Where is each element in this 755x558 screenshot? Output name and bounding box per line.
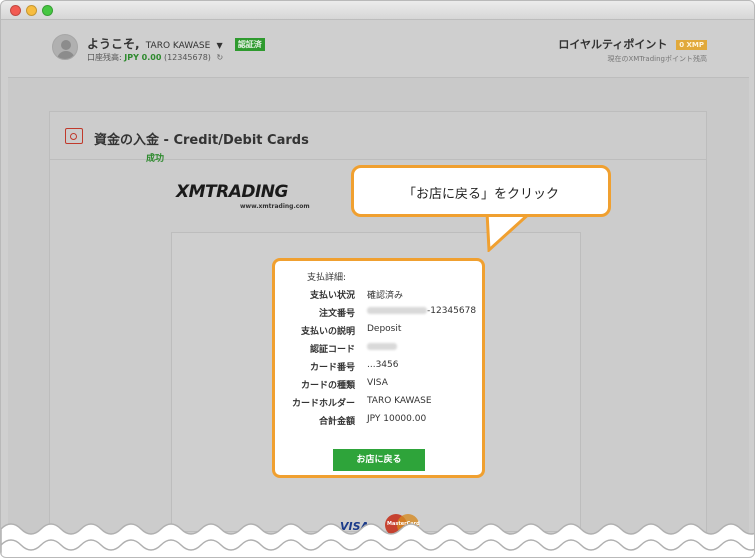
payment-details-heading: 支払詳細: [307,273,347,283]
callout-text: 「お店に戻る」をクリック [402,187,559,202]
loyalty-title: ロイヤルティポイント 0 XMP [558,36,707,52]
detail-label: カードホルダー [291,399,355,409]
balance-amount: JPY 0.00 [124,53,162,62]
avatar[interactable] [52,34,78,60]
detail-row: 注文番号 -12345678 [275,306,482,324]
detail-label: 支払い状況 [309,291,355,301]
detail-row: カードホルダー TARO KAWASE [275,396,482,414]
instruction-callout: 「お店に戻る」をクリック [351,165,611,217]
xmtrading-logo: XMTRADING www.xmtrading.com [176,182,316,216]
detail-label: カード番号 [309,363,355,373]
title-bar [1,1,754,20]
detail-value: TARO KAWASE [367,396,432,406]
detail-value: JPY 10000.00 [367,414,427,424]
redacted-auth-code [367,343,397,350]
detail-label: 合計金額 [318,417,355,427]
refresh-icon[interactable]: ↻ [216,53,223,62]
detail-label: 支払いの説明 [300,327,355,337]
detail-row: 合計金額 JPY 10000.00 [275,414,482,432]
detail-value: Deposit [367,324,402,334]
verified-badge: 認証済 [234,38,265,51]
torn-edge-divider [1,523,754,557]
callout-pointer-shape [485,212,534,252]
order-number: -12345678 [367,306,476,316]
auth-code [367,342,397,352]
detail-label: カードの種類 [300,381,355,391]
detail-value: 確認済み [367,291,404,301]
detail-label: 認証コード [309,345,355,355]
detail-value: ...3456 [367,360,399,370]
minimize-window-button[interactable] [26,5,37,16]
account-balance: 口座残高: JPY 0.00 (12345678) ↻ [87,52,223,63]
avatar-head-icon [61,40,71,50]
detail-row: 支払い状況 確認済み [275,288,482,306]
page-title: 資金の入金 - Credit/Debit Cards [94,133,309,148]
browser-window: ようこそ, TARO KAWASE ▼ 認証済 口座残高: JPY 0.00 (… [0,0,755,558]
balance-label: 口座残高: [87,53,122,62]
zoom-window-button[interactable] [42,5,53,16]
payment-details-card: 支払詳細: 支払い状況 確認済み 注文番号 -12345678 支払いの説明 D… [272,258,485,478]
user-name-dropdown[interactable]: TARO KAWASE [146,41,211,51]
close-window-button[interactable] [10,5,21,16]
logo-wordmark: XMTRADING [176,182,289,202]
welcome-text: ようこそ, TARO KAWASE ▼ 認証済 [87,35,265,52]
chevron-down-icon[interactable]: ▼ [216,41,222,50]
detail-row: 支払いの説明 Deposit [275,324,482,342]
detail-row: 認証コード [275,342,482,360]
wave-top [1,523,754,557]
loyalty-title-text: ロイヤルティポイント [558,38,668,51]
return-to-shop-button[interactable]: お店に戻る [333,449,425,471]
success-label: 成功 [146,154,165,164]
avatar-body-icon [57,51,75,59]
logo-url: www.xmtrading.com [240,203,310,210]
order-number-suffix: -12345678 [427,306,477,316]
redacted-order-prefix [367,307,427,314]
detail-row: カードの種類 VISA [275,378,482,396]
detail-row: カード番号 ...3456 [275,360,482,378]
loyalty-points-badge: 0 XMP [676,40,707,50]
account-header: ようこそ, TARO KAWASE ▼ 認証済 口座残高: JPY 0.00 (… [8,20,749,78]
detail-label: 注文番号 [318,309,355,319]
loyalty-subtitle: 現在のXMTradingポイント残高 [607,55,707,63]
detail-value: VISA [367,378,388,388]
account-id: (12345678) [163,53,211,62]
callout-pointer [485,212,534,252]
welcome-label: ようこそ, [87,37,140,51]
wallet-icon [65,128,83,144]
